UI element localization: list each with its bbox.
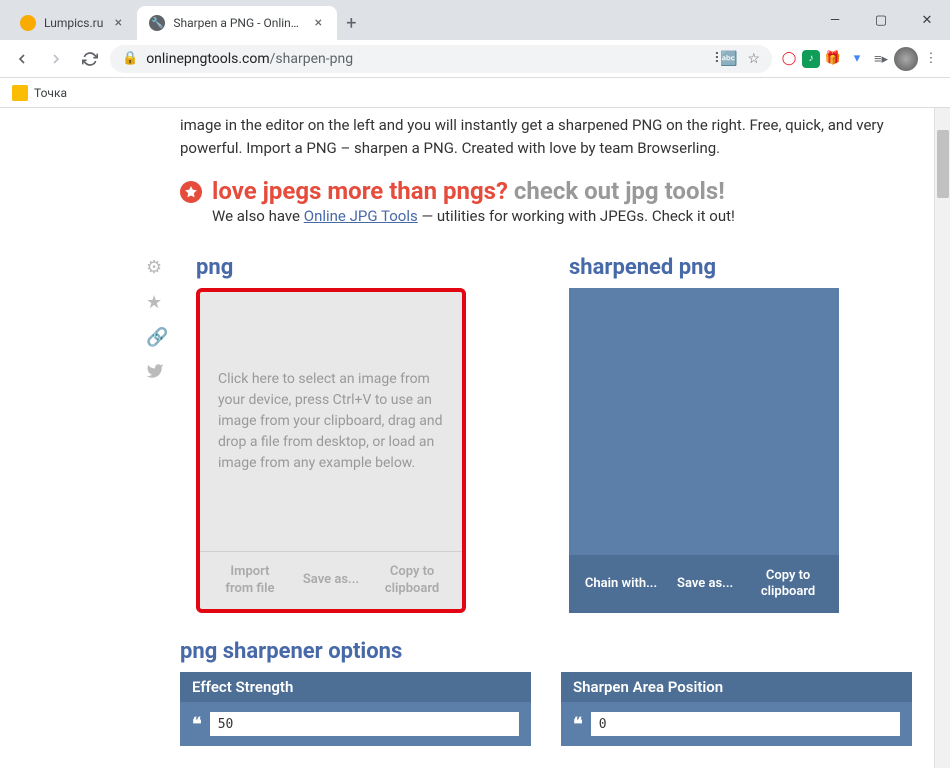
star-icon[interactable]: ★ bbox=[146, 292, 166, 313]
scrollbar-thumb[interactable] bbox=[937, 130, 949, 198]
output-panel-title: sharpened png bbox=[569, 255, 912, 280]
url-path: /sharpen-png bbox=[270, 51, 353, 67]
quote-icon: ❝ bbox=[573, 714, 583, 735]
jpg-tools-link[interactable]: Online JPG Tools bbox=[304, 207, 418, 225]
favicon-tool: 🔧 bbox=[149, 15, 165, 31]
reload-button[interactable] bbox=[76, 45, 104, 73]
close-icon[interactable]: × bbox=[311, 16, 325, 30]
menu-icon[interactable]: ⋮ bbox=[920, 48, 942, 70]
option-effect-strength: Effect Strength ❝ bbox=[180, 672, 531, 746]
sharpen-area-input[interactable] bbox=[591, 712, 900, 736]
twitter-icon[interactable] bbox=[146, 362, 166, 385]
promo-subtitle: We also have Online JPG Tools — utilitie… bbox=[212, 207, 735, 225]
page-viewport: image in the editor on the left and you … bbox=[0, 108, 950, 768]
bookmark-item[interactable]: Точка bbox=[34, 86, 67, 100]
input-placeholder: Click here to select an image from your … bbox=[218, 369, 444, 474]
option-sharpen-area: Sharpen Area Position ❝ bbox=[561, 672, 912, 746]
ext-blue-icon[interactable]: ▾ bbox=[846, 48, 868, 70]
browser-tabstrip: Lumpics.ru × 🔧 Sharpen a PNG - Online PN… bbox=[0, 0, 950, 40]
ext-gift-icon[interactable]: 🎁 bbox=[822, 48, 844, 70]
bookmark-star-icon[interactable]: ☆ bbox=[747, 51, 760, 67]
effect-strength-input[interactable] bbox=[210, 712, 519, 736]
bookmark-folder-icon bbox=[12, 85, 28, 101]
copy-to-clipboard-button[interactable]: Copy to clipboard bbox=[753, 568, 823, 601]
copy-to-clipboard-button[interactable]: Copy to clipboard bbox=[377, 564, 447, 597]
vertical-scrollbar[interactable] bbox=[934, 108, 950, 768]
promo-headline-grey: check out jpg tools! bbox=[508, 177, 725, 205]
tab-title: Sharpen a PNG - Online PNG Too bbox=[173, 16, 303, 30]
alert-icon bbox=[180, 181, 202, 203]
lock-icon: 🔒 bbox=[122, 51, 138, 66]
link-icon[interactable]: 🔗 bbox=[146, 327, 166, 348]
close-window-button[interactable]: ✕ bbox=[904, 0, 950, 40]
close-icon[interactable]: × bbox=[111, 16, 125, 30]
save-as-button[interactable]: Save as... bbox=[303, 572, 359, 588]
back-button[interactable] bbox=[8, 45, 36, 73]
gear-icon[interactable]: ⚙ bbox=[146, 257, 166, 278]
input-panel-title: png bbox=[196, 255, 539, 280]
forward-button[interactable] bbox=[42, 45, 70, 73]
option-label: Effect Strength bbox=[180, 672, 531, 702]
promo-banner: love jpegs more than pngs? check out jpg… bbox=[180, 177, 912, 225]
promo-headline-red: love jpegs more than pngs? bbox=[212, 177, 508, 205]
minimize-button[interactable]: — bbox=[812, 0, 858, 40]
intro-text: image in the editor on the left and you … bbox=[180, 114, 912, 159]
input-panel[interactable]: Click here to select an image from your … bbox=[196, 288, 466, 613]
extensions: ◯ ♪ 🎁 ▾ ≡▸ ⋮ bbox=[778, 47, 942, 71]
promo-headline: love jpegs more than pngs? check out jpg… bbox=[212, 177, 735, 205]
bookmarks-bar: Точка bbox=[0, 78, 950, 108]
translate-icon[interactable]: ⠸🔤 bbox=[710, 51, 738, 67]
quote-icon: ❝ bbox=[192, 714, 202, 735]
reading-list-icon[interactable]: ≡▸ bbox=[870, 48, 892, 70]
side-tools: ⚙ ★ 🔗 bbox=[146, 255, 166, 385]
ext-opera-icon[interactable]: ◯ bbox=[778, 48, 800, 70]
import-from-file-button[interactable]: Import from file bbox=[215, 564, 285, 597]
profile-avatar[interactable] bbox=[894, 47, 918, 71]
option-label: Sharpen Area Position bbox=[561, 672, 912, 702]
tab-lumpics[interactable]: Lumpics.ru × bbox=[8, 6, 137, 40]
ext-green-icon[interactable]: ♪ bbox=[802, 50, 820, 68]
tab-title: Lumpics.ru bbox=[44, 16, 103, 30]
new-tab-button[interactable]: + bbox=[337, 9, 365, 37]
window-controls: — ▢ ✕ bbox=[812, 0, 950, 40]
maximize-button[interactable]: ▢ bbox=[858, 0, 904, 40]
options-title: png sharpener options bbox=[180, 639, 912, 664]
address-bar[interactable]: 🔒 onlinepngtools.com/sharpen-png ⠸🔤 ☆ bbox=[110, 45, 772, 73]
output-panel: Chain with... Save as... Copy to clipboa… bbox=[569, 288, 839, 613]
url-host: onlinepngtools.com bbox=[146, 51, 269, 67]
browser-toolbar: 🔒 onlinepngtools.com/sharpen-png ⠸🔤 ☆ ◯ … bbox=[0, 40, 950, 78]
save-as-button[interactable]: Save as... bbox=[677, 576, 733, 592]
chain-with-button[interactable]: Chain with... bbox=[585, 576, 657, 592]
tab-sharpen-png[interactable]: 🔧 Sharpen a PNG - Online PNG Too × bbox=[137, 6, 337, 40]
favicon-lumpics bbox=[20, 15, 36, 31]
